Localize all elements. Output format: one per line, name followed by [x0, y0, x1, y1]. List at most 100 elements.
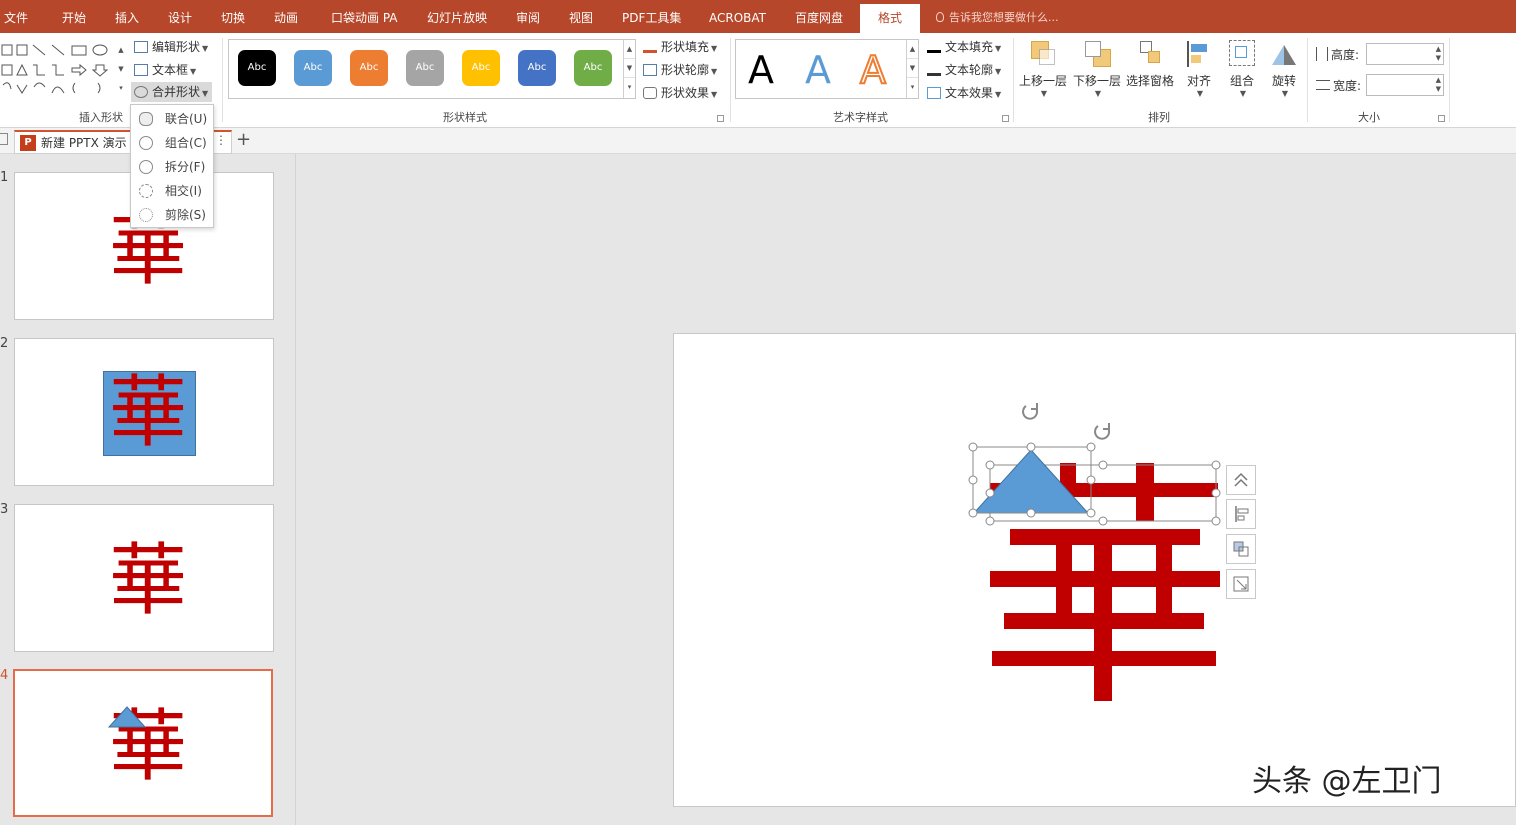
merge-shapes-button[interactable]: 合并形状 ▼ [131, 82, 213, 102]
text-outline-button[interactable]: 文本轮廓 ▼ [927, 60, 1001, 80]
edit-shape-button[interactable]: 编辑形状 ▼ [134, 37, 208, 57]
group-label-wordart: 艺术字样式 [833, 111, 888, 124]
shape-style-swatch[interactable]: Abc [406, 50, 444, 86]
group-label-shape-styles: 形状样式 [443, 111, 487, 124]
slide-thumbnail-3[interactable]: 華 [14, 504, 274, 652]
tab-slideshow[interactable]: 幻灯片放映 [427, 0, 487, 33]
rotate-handle-icon[interactable] [1022, 403, 1111, 440]
shape-style-swatch[interactable]: Abc [238, 50, 276, 86]
group-button[interactable]: 组合 ▼ [1228, 39, 1256, 98]
dialog-launcher-icon[interactable] [717, 115, 724, 122]
format-shape-button[interactable] [1226, 569, 1256, 599]
width-label: 宽度: [1316, 77, 1361, 94]
merge-menu-subtract[interactable]: 剪除(S) [131, 203, 213, 227]
shape-styles-scroll[interactable]: ▲ ▼ ▾ [623, 40, 635, 98]
shape-effects-button[interactable]: 形状效果 ▼ [643, 83, 717, 103]
shape-effects-icon [643, 87, 657, 99]
top-right-vertical[interactable] [1136, 463, 1154, 521]
width-input[interactable]: ▲ ▼ [1366, 74, 1444, 96]
rotate-button[interactable]: 旋转 ▼ [1270, 39, 1298, 98]
arrange-quick-button[interactable] [1226, 534, 1256, 564]
ribbon: ▲ ▼ ▾ 编辑形状 ▼ 文本框 ▼ 合并形状 ▼ 插入形状 Abc Abc Abc Ab… [0, 33, 1516, 128]
tab-pdf-tools[interactable]: PDF工具集 [622, 0, 681, 33]
chevron-down-icon: ▼ [995, 90, 1002, 99]
tab-baidu-netdisk[interactable]: 百度网盘 [795, 0, 843, 33]
layout-options-button[interactable] [1226, 465, 1256, 495]
tell-me-box[interactable]: 告诉我您想要做什么... [936, 0, 1059, 33]
new-tab-button[interactable]: + [236, 128, 251, 152]
blue-triangle-shape [107, 706, 147, 728]
wordart-sample-orange-outline[interactable]: A [859, 47, 887, 93]
send-backward-icon [1083, 39, 1111, 69]
merge-menu-fragment[interactable]: 拆分(F) [131, 155, 213, 179]
group-separator [730, 38, 731, 122]
dialog-launcher-icon[interactable] [1002, 115, 1009, 122]
text-fill-button[interactable]: 文本填充 ▼ [927, 37, 1001, 57]
tab-pocket-animation[interactable]: 口袋动画 PA [331, 0, 398, 33]
chevron-down-icon: ▼ [202, 44, 209, 53]
wordart-sample-blue[interactable]: A [805, 48, 831, 92]
bring-forward-button[interactable]: 上移一层 ▼ [1019, 39, 1067, 98]
selection-pane-button[interactable]: 选择窗格 [1126, 39, 1174, 89]
lightbulb-icon [936, 12, 944, 22]
height-input[interactable]: ▲ ▼ [1366, 43, 1444, 65]
intersect-icon [139, 184, 153, 198]
shape-fill-button[interactable]: 形状填充 ▼ [643, 37, 717, 57]
tab-review[interactable]: 审阅 [516, 0, 540, 33]
shape-outline-button[interactable]: 形状轮廓 ▼ [643, 60, 717, 80]
hua-character-shapes[interactable] [960, 395, 1230, 715]
align-button[interactable]: 对齐 ▼ [1185, 39, 1213, 98]
merge-menu-intersect[interactable]: 相交(I) [131, 179, 213, 203]
tab-file[interactable]: 文件 [4, 0, 28, 33]
shapes-gallery-scroll[interactable]: ▲ ▼ ▾ [116, 41, 126, 99]
tab-design[interactable]: 设计 [168, 0, 192, 33]
tab-insert[interactable]: 插入 [115, 0, 139, 33]
shape-style-swatch[interactable]: Abc [518, 50, 556, 86]
tab-acrobat[interactable]: ACROBAT [709, 0, 766, 33]
shape-style-swatch[interactable]: Abc [294, 50, 332, 86]
group-icon [1228, 39, 1256, 69]
right-vertical[interactable] [1156, 535, 1172, 629]
shapes-gallery[interactable] [0, 41, 126, 99]
more-options-icon[interactable]: ⋮ [215, 133, 227, 147]
shape-style-swatch[interactable]: Abc [350, 50, 388, 86]
tab-home[interactable]: 开始 [62, 0, 86, 33]
slide-number: 1 [0, 170, 9, 185]
tab-animations[interactable]: 动画 [274, 0, 298, 33]
tab-transitions[interactable]: 切换 [221, 0, 245, 33]
document-tab-strip: P 新建 PPTX 演示 ⋮ + [0, 128, 1516, 154]
chevron-down-icon: ▼ [190, 67, 197, 76]
text-effects-button[interactable]: 文本效果 ▼ [927, 83, 1001, 103]
merge-menu-combine[interactable]: 组合(C) [131, 131, 213, 155]
slide-number: 4 [0, 668, 9, 683]
send-backward-button[interactable]: 下移一层 ▼ [1073, 39, 1121, 98]
text-outline-icon [927, 64, 941, 76]
union-icon [139, 112, 153, 126]
center-vertical[interactable] [1094, 529, 1112, 701]
chevron-down-icon: ▼ [711, 90, 718, 99]
arrange-icon [1233, 541, 1249, 557]
group-separator [222, 38, 223, 122]
tab-format[interactable]: 格式 [860, 4, 920, 33]
tab-view[interactable]: 视图 [569, 0, 593, 33]
rotate-icon [1270, 39, 1298, 69]
edit-shape-icon [134, 41, 148, 53]
width-spinner[interactable]: ▲ ▼ [1436, 76, 1441, 94]
text-fill-icon [927, 41, 941, 53]
wordart-scroll[interactable]: ▲ ▼ ▾ [906, 40, 918, 98]
slide-thumbnail-4[interactable]: 華 [13, 669, 273, 817]
selection-pane-icon [1136, 39, 1164, 69]
align-quick-button[interactable] [1226, 499, 1256, 529]
slide-thumbnail-2[interactable]: 華 [14, 338, 274, 486]
height-icon [1316, 47, 1328, 61]
group-label-arrange: 排列 [1148, 111, 1170, 124]
wordart-sample-black[interactable]: A [748, 48, 774, 92]
dialog-launcher-icon[interactable] [1438, 115, 1445, 122]
slide-thumbnail-pane: 1 華 2 華 3 華 4 華 [0, 154, 296, 825]
height-spinner[interactable]: ▲ ▼ [1436, 45, 1441, 63]
text-box-button[interactable]: 文本框 ▼ [134, 60, 196, 80]
shape-style-swatch[interactable]: Abc [462, 50, 500, 86]
shape-style-swatch[interactable]: Abc [574, 50, 612, 86]
left-vertical[interactable] [1056, 535, 1072, 629]
merge-menu-union[interactable]: 联合(U) [131, 107, 213, 131]
